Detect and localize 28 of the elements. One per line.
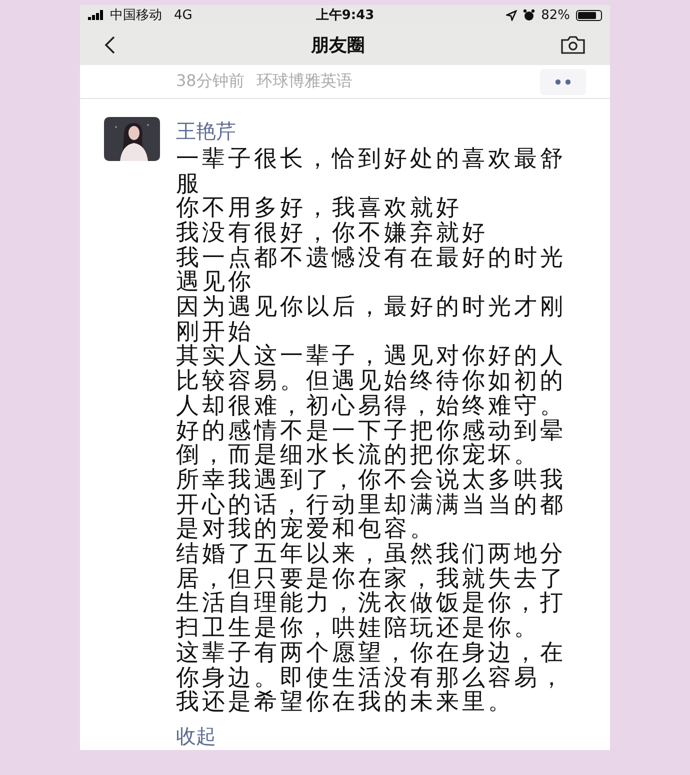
battery-percent: 82%: [541, 8, 570, 23]
clock-time: 上午9:43: [316, 8, 374, 24]
post-paragraph: 结婚了五年以来，虽然我们两地分居，但只要是你在家，我就失去了生活自理能力，洗衣做饭是你，打扫卫生是你，哄娃陪玩还是你。: [176, 542, 567, 641]
author-name[interactable]: 王艳芹: [176, 118, 570, 143]
back-button[interactable]: [104, 35, 116, 56]
post-paragraph: 你不用多好，我喜欢就好: [176, 196, 463, 221]
camera-icon: [560, 35, 586, 56]
alarm-clock-icon: [523, 9, 536, 22]
post-paragraph: 我一点都不遗憾没有在最好的时光遇见你: [176, 246, 567, 296]
post-paragraph: 这辈子有两个愿望，你在身边，在你身边。即使生活没有那么容易，我还是希望你在我的未来里。: [176, 640, 567, 715]
post-paragraph: 因为遇见你以后，最好的时光才刚刚开始: [176, 295, 567, 344]
camera-button[interactable]: [560, 35, 586, 56]
battery-icon: [576, 10, 602, 21]
post-paragraph: 一辈子很长，恰到好处的喜欢最舒服: [176, 146, 567, 196]
collapse-link[interactable]: 收起: [176, 723, 216, 750]
post-paragraph: 我没有很好，你不嫌弃就好: [176, 220, 489, 246]
post-time: 38分钟前: [176, 71, 244, 92]
network-type: 4G: [174, 8, 192, 23]
more-button[interactable]: [540, 68, 586, 95]
dots-icon: [555, 78, 571, 85]
post-paragraph: 所幸我遇到了，你不会说太多哄我开心的话，行动里却满满当当的都是对我的宠爱和包容。: [176, 468, 567, 542]
page-title: 朋友圈: [311, 34, 365, 58]
signal-icon: [88, 10, 106, 20]
location-arrow-icon: [506, 10, 518, 21]
post-paragraph: 其实人这一辈子，遇见对你好的人比较容易。但遇见始终待你如初的人却很难，初心易得，始终难守。好的感情不是一下子把你感动到晕倒，而是细水长流的把你宠坏。: [176, 344, 567, 468]
chevron-left-icon: [104, 35, 116, 56]
post-source: 环球博雅英语: [256, 71, 352, 92]
carrier-name: 中国移动: [110, 7, 162, 24]
